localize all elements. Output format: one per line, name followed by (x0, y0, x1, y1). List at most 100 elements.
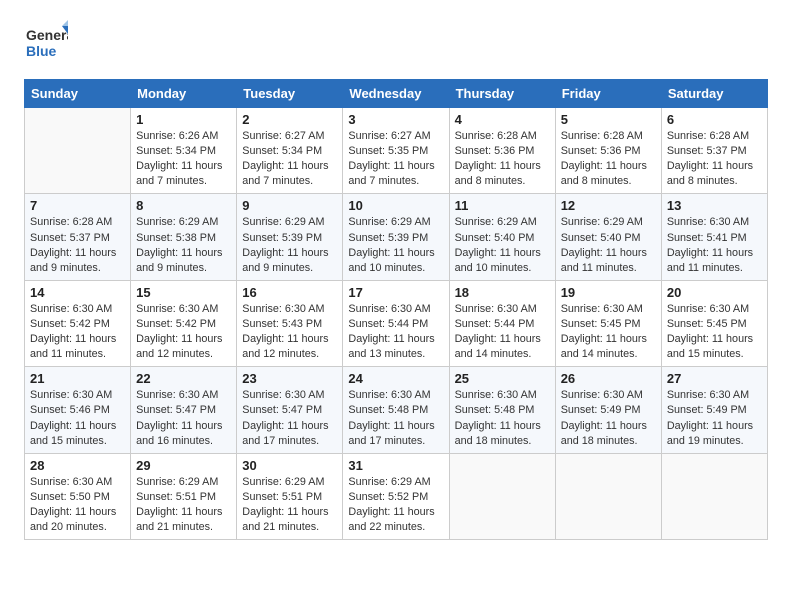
day-number: 8 (136, 198, 231, 213)
svg-text:General: General (26, 27, 68, 43)
day-number: 9 (242, 198, 337, 213)
day-number: 19 (561, 285, 656, 300)
calendar-cell: 4 Sunrise: 6:28 AMSunset: 5:36 PMDaylight… (449, 108, 555, 194)
calendar-cell: 19 Sunrise: 6:30 AMSunset: 5:45 PMDayligh… (555, 280, 661, 366)
day-info: Sunrise: 6:30 AMSunset: 5:50 PMDaylight:… (30, 475, 125, 535)
calendar-cell: 26 Sunrise: 6:30 AMSunset: 5:49 PMDayligh… (555, 367, 661, 453)
day-number: 20 (667, 285, 762, 300)
day-info: Sunrise: 6:29 AMSunset: 5:38 PMDaylight:… (136, 215, 231, 275)
day-number: 29 (136, 458, 231, 473)
calendar-cell: 28 Sunrise: 6:30 AMSunset: 5:50 PMDayligh… (25, 453, 131, 539)
logo: General Blue (24, 20, 68, 69)
weekday-header-friday: Friday (555, 80, 661, 108)
calendar-cell: 24 Sunrise: 6:30 AMSunset: 5:48 PMDayligh… (343, 367, 449, 453)
calendar-cell: 30 Sunrise: 6:29 AMSunset: 5:51 PMDayligh… (237, 453, 343, 539)
day-info: Sunrise: 6:29 AMSunset: 5:51 PMDaylight:… (242, 475, 337, 535)
day-info: Sunrise: 6:29 AMSunset: 5:39 PMDaylight:… (348, 215, 443, 275)
calendar-cell: 8 Sunrise: 6:29 AMSunset: 5:38 PMDaylight… (131, 194, 237, 280)
day-info: Sunrise: 6:30 AMSunset: 5:48 PMDaylight:… (455, 388, 550, 448)
day-number: 1 (136, 112, 231, 127)
calendar-cell: 7Sunrise: 6:28 AMSunset: 5:37 PMDaylight… (25, 194, 131, 280)
calendar-cell: 29 Sunrise: 6:29 AMSunset: 5:51 PMDayligh… (131, 453, 237, 539)
day-number: 26 (561, 371, 656, 386)
day-info: Sunrise: 6:30 AMSunset: 5:42 PMDaylight:… (136, 302, 231, 362)
calendar-cell (449, 453, 555, 539)
svg-text:Blue: Blue (26, 43, 57, 59)
weekday-header-thursday: Thursday (449, 80, 555, 108)
day-number: 11 (455, 198, 550, 213)
calendar-cell: 17Sunrise: 6:30 AMSunset: 5:44 PMDayligh… (343, 280, 449, 366)
day-number: 22 (136, 371, 231, 386)
day-info: Sunrise: 6:30 AMSunset: 5:49 PMDaylight:… (667, 388, 762, 448)
day-number: 15 (136, 285, 231, 300)
day-number: 5 (561, 112, 656, 127)
week-row-5: 28 Sunrise: 6:30 AMSunset: 5:50 PMDayligh… (25, 453, 768, 539)
day-info: Sunrise: 6:30 AMSunset: 5:41 PMDaylight:… (667, 215, 762, 275)
day-info: Sunrise: 6:30 AMSunset: 5:47 PMDaylight:… (242, 388, 337, 448)
day-info: Sunrise: 6:29 AMSunset: 5:39 PMDaylight:… (242, 215, 337, 275)
calendar-cell (661, 453, 767, 539)
week-row-2: 7Sunrise: 6:28 AMSunset: 5:37 PMDaylight… (25, 194, 768, 280)
day-number: 27 (667, 371, 762, 386)
calendar-cell: 27 Sunrise: 6:30 AMSunset: 5:49 PMDayligh… (661, 367, 767, 453)
calendar-cell: 18 Sunrise: 6:30 AMSunset: 5:44 PMDayligh… (449, 280, 555, 366)
day-info: Sunrise: 6:29 AMSunset: 5:52 PMDaylight:… (348, 475, 443, 535)
calendar-cell: 2Sunrise: 6:27 AMSunset: 5:34 PMDaylight… (237, 108, 343, 194)
day-number: 25 (455, 371, 550, 386)
calendar-cell: 20Sunrise: 6:30 AMSunset: 5:45 PMDayligh… (661, 280, 767, 366)
day-info: Sunrise: 6:30 AMSunset: 5:42 PMDaylight:… (30, 302, 125, 362)
day-info: Sunrise: 6:26 AMSunset: 5:34 PMDaylight:… (136, 129, 231, 189)
day-info: Sunrise: 6:27 AMSunset: 5:35 PMDaylight:… (348, 129, 443, 189)
day-number: 30 (242, 458, 337, 473)
day-number: 28 (30, 458, 125, 473)
day-number: 18 (455, 285, 550, 300)
day-number: 4 (455, 112, 550, 127)
day-info: Sunrise: 6:28 AMSunset: 5:37 PMDaylight:… (30, 215, 125, 275)
day-number: 6 (667, 112, 762, 127)
weekday-header-saturday: Saturday (661, 80, 767, 108)
calendar-cell: 11Sunrise: 6:29 AMSunset: 5:40 PMDayligh… (449, 194, 555, 280)
calendar-cell: 15 Sunrise: 6:30 AMSunset: 5:42 PMDayligh… (131, 280, 237, 366)
logo-icon: General Blue (24, 20, 68, 64)
day-info: Sunrise: 6:28 AMSunset: 5:36 PMDaylight:… (561, 129, 656, 189)
calendar-cell: 10Sunrise: 6:29 AMSunset: 5:39 PMDayligh… (343, 194, 449, 280)
day-info: Sunrise: 6:30 AMSunset: 5:44 PMDaylight:… (455, 302, 550, 362)
day-number: 13 (667, 198, 762, 213)
calendar-cell: 31 Sunrise: 6:29 AMSunset: 5:52 PMDayligh… (343, 453, 449, 539)
day-info: Sunrise: 6:28 AMSunset: 5:36 PMDaylight:… (455, 129, 550, 189)
calendar-cell: 12Sunrise: 6:29 AMSunset: 5:40 PMDayligh… (555, 194, 661, 280)
day-number: 2 (242, 112, 337, 127)
calendar-cell: 16Sunrise: 6:30 AMSunset: 5:43 PMDayligh… (237, 280, 343, 366)
page-header: General Blue (24, 20, 768, 69)
weekday-header-sunday: Sunday (25, 80, 131, 108)
calendar-cell (25, 108, 131, 194)
calendar-cell: 13 Sunrise: 6:30 AMSunset: 5:41 PMDayligh… (661, 194, 767, 280)
calendar-table: SundayMondayTuesdayWednesdayThursdayFrid… (24, 79, 768, 540)
day-info: Sunrise: 6:29 AMSunset: 5:51 PMDaylight:… (136, 475, 231, 535)
calendar-cell: 22 Sunrise: 6:30 AMSunset: 5:47 PMDayligh… (131, 367, 237, 453)
weekday-header-row: SundayMondayTuesdayWednesdayThursdayFrid… (25, 80, 768, 108)
day-info: Sunrise: 6:30 AMSunset: 5:47 PMDaylight:… (136, 388, 231, 448)
calendar-cell: 9 Sunrise: 6:29 AMSunset: 5:39 PMDaylight… (237, 194, 343, 280)
weekday-header-tuesday: Tuesday (237, 80, 343, 108)
day-info: Sunrise: 6:30 AMSunset: 5:48 PMDaylight:… (348, 388, 443, 448)
calendar-cell: 3 Sunrise: 6:27 AMSunset: 5:35 PMDaylight… (343, 108, 449, 194)
calendar-cell (555, 453, 661, 539)
day-info: Sunrise: 6:30 AMSunset: 5:45 PMDaylight:… (561, 302, 656, 362)
week-row-4: 21 Sunrise: 6:30 AMSunset: 5:46 PMDayligh… (25, 367, 768, 453)
calendar-cell: 6Sunrise: 6:28 AMSunset: 5:37 PMDaylight… (661, 108, 767, 194)
day-info: Sunrise: 6:30 AMSunset: 5:46 PMDaylight:… (30, 388, 125, 448)
calendar-cell: 1 Sunrise: 6:26 AMSunset: 5:34 PMDaylight… (131, 108, 237, 194)
day-number: 17 (348, 285, 443, 300)
calendar-cell: 25 Sunrise: 6:30 AMSunset: 5:48 PMDayligh… (449, 367, 555, 453)
day-number: 21 (30, 371, 125, 386)
calendar-cell: 23 Sunrise: 6:30 AMSunset: 5:47 PMDayligh… (237, 367, 343, 453)
day-info: Sunrise: 6:30 AMSunset: 5:49 PMDaylight:… (561, 388, 656, 448)
day-number: 24 (348, 371, 443, 386)
day-number: 31 (348, 458, 443, 473)
day-info: Sunrise: 6:29 AMSunset: 5:40 PMDaylight:… (561, 215, 656, 275)
day-number: 23 (242, 371, 337, 386)
day-number: 3 (348, 112, 443, 127)
week-row-3: 14Sunrise: 6:30 AMSunset: 5:42 PMDayligh… (25, 280, 768, 366)
week-row-1: 1 Sunrise: 6:26 AMSunset: 5:34 PMDaylight… (25, 108, 768, 194)
